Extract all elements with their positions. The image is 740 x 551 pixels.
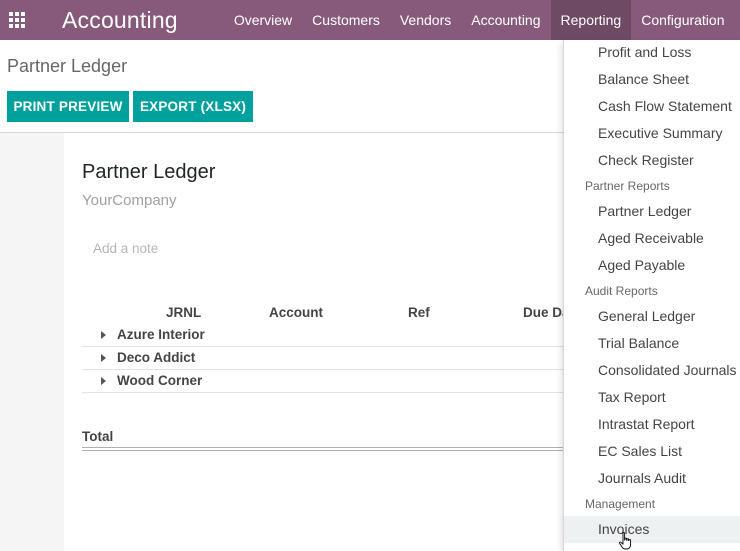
- menu-item-aged-receivable[interactable]: Aged Receivable: [564, 225, 740, 252]
- report-gutter: [0, 133, 64, 551]
- menu-item-tax-report[interactable]: Tax Report: [564, 384, 740, 411]
- company-name: YourCompany: [82, 192, 177, 209]
- top-navbar: Accounting Overview Customers Vendors Ac…: [0, 0, 740, 40]
- menu-item-general-ledger[interactable]: General Ledger: [564, 303, 740, 330]
- menu-configuration[interactable]: Configuration: [631, 0, 734, 40]
- menu-accounting[interactable]: Accounting: [461, 0, 550, 40]
- column-header-account: Account: [269, 305, 323, 320]
- menu-reporting[interactable]: Reporting: [550, 0, 632, 40]
- partner-name: Azure Interior: [117, 327, 205, 342]
- menu-item-invoices[interactable]: Invoices: [564, 516, 740, 543]
- partner-row[interactable]: Wood Corner: [82, 370, 565, 393]
- menu-item-partner-ledger[interactable]: Partner Ledger: [564, 198, 740, 225]
- menu-header-partner-reports: Partner Reports: [585, 179, 670, 193]
- column-header-jrnl: JRNL: [166, 305, 202, 320]
- menu-item-balance-sheet[interactable]: Balance Sheet: [564, 66, 740, 93]
- app-title[interactable]: Accounting: [62, 0, 178, 40]
- partner-row[interactable]: Deco Addict: [82, 347, 565, 370]
- column-header-ref: Ref: [408, 305, 430, 320]
- menu-item-journals-audit[interactable]: Journals Audit: [564, 465, 740, 492]
- menu-item-consolidated-journals[interactable]: Consolidated Journals: [564, 357, 740, 384]
- partner-name: Wood Corner: [117, 373, 203, 388]
- caret-right-icon[interactable]: [101, 354, 106, 362]
- breadcrumb: Partner Ledger: [7, 56, 128, 76]
- print-preview-button[interactable]: PRINT PREVIEW: [7, 91, 129, 122]
- main-menu: Overview Customers Vendors Accounting Re…: [224, 0, 735, 40]
- apps-grid-icon[interactable]: [0, 0, 34, 40]
- hand-pointer-cursor-icon: [619, 532, 632, 550]
- menu-item-ec-sales-list[interactable]: EC Sales List: [564, 438, 740, 465]
- menu-item-executive-summary[interactable]: Executive Summary: [564, 120, 740, 147]
- caret-right-icon[interactable]: [101, 331, 106, 339]
- menu-header-management: Management: [585, 497, 656, 511]
- menu-item-check-register[interactable]: Check Register: [564, 147, 740, 174]
- menu-overview[interactable]: Overview: [224, 0, 302, 40]
- report-title: Partner Ledger: [82, 161, 216, 183]
- total-double-line: [82, 447, 565, 451]
- menu-header-audit-reports: Audit Reports: [585, 284, 658, 298]
- menu-customers[interactable]: Customers: [302, 0, 390, 40]
- export-xlsx-button[interactable]: EXPORT (XLSX): [133, 91, 253, 122]
- menu-item-trial-balance[interactable]: Trial Balance: [564, 330, 740, 357]
- caret-right-icon[interactable]: [101, 377, 106, 385]
- total-label: Total: [82, 429, 114, 444]
- menu-item-aged-payable[interactable]: Aged Payable: [564, 252, 740, 279]
- menu-vendors[interactable]: Vendors: [390, 0, 461, 40]
- partner-name: Deco Addict: [117, 350, 196, 365]
- menu-item-profit-and-loss[interactable]: Profit and Loss: [564, 39, 740, 66]
- add-note-field[interactable]: Add a note: [93, 241, 158, 256]
- reporting-dropdown: Profit and Loss Balance Sheet Cash Flow …: [563, 40, 740, 551]
- partner-row[interactable]: Azure Interior: [82, 324, 565, 347]
- menu-item-intrastat-report[interactable]: Intrastat Report: [564, 411, 740, 438]
- menu-item-cash-flow-statement[interactable]: Cash Flow Statement: [564, 93, 740, 120]
